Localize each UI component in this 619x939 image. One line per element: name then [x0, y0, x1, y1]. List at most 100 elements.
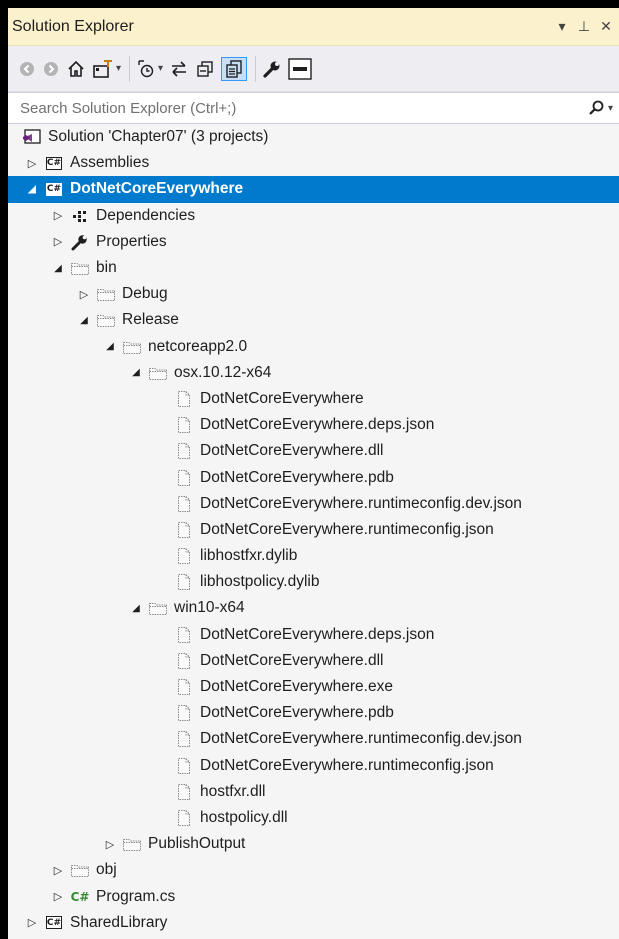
- sync-button[interactable]: [169, 57, 189, 81]
- window-position-dropdown-icon[interactable]: ▾: [553, 18, 571, 35]
- solution-tree: Solution 'Chapter07' (3 projects) ▷ C# Asse…: [8, 124, 619, 936]
- collapse-arrow-icon[interactable]: ◢: [22, 184, 42, 195]
- expand-arrow-icon[interactable]: ▷: [100, 838, 120, 851]
- sync-active-document-button[interactable]: ▾: [92, 57, 121, 81]
- tree-item[interactable]: DotNetCoreEverywhere.deps.json: [8, 412, 619, 438]
- expand-arrow-icon[interactable]: ▷: [22, 157, 42, 170]
- tree-item-label: DotNetCoreEverywhere.deps.json: [200, 416, 435, 434]
- tree-item[interactable]: ◢ C# DotNetCoreEverywhere: [8, 176, 619, 203]
- folder-icon: [96, 311, 116, 329]
- tree-item[interactable]: Solution 'Chapter07' (3 projects): [8, 124, 619, 150]
- chevron-down-icon: ▾: [158, 63, 164, 74]
- search-options-chevron-icon[interactable]: ▾: [608, 103, 613, 114]
- pending-changes-filter-button[interactable]: ▾: [136, 57, 163, 81]
- expand-arrow-icon[interactable]: ▷: [48, 864, 68, 877]
- tree-item[interactable]: ◢ bin: [8, 255, 619, 281]
- expand-arrow-icon[interactable]: ▷: [74, 288, 94, 301]
- tree-item[interactable]: DotNetCoreEverywhere.pdb: [8, 464, 619, 490]
- file-icon: [174, 783, 194, 801]
- preview-selected-items-button[interactable]: [288, 57, 312, 81]
- tree-item[interactable]: ◢ win10-x64: [8, 595, 619, 621]
- tree-item-label: DotNetCoreEverywhere: [200, 389, 364, 407]
- folder-icon: [148, 599, 168, 617]
- expand-arrow-icon[interactable]: ▷: [48, 209, 68, 222]
- file-icon: [174, 652, 194, 670]
- csharp-project-icon: C#: [46, 182, 62, 196]
- tree-item[interactable]: ▷ Debug: [8, 281, 619, 307]
- tree-item[interactable]: DotNetCoreEverywhere.runtimeconfig.dev.j…: [8, 491, 619, 517]
- properties-button[interactable]: [262, 57, 282, 81]
- collapse-arrow-icon[interactable]: ◢: [100, 341, 120, 352]
- dependencies-icon: [70, 207, 90, 225]
- tree-item-label: Program.cs: [96, 887, 176, 905]
- search-input[interactable]: [20, 99, 587, 117]
- collapse-all-button[interactable]: [195, 57, 215, 81]
- forward-button[interactable]: [42, 57, 60, 81]
- folder-icon: [70, 259, 90, 277]
- collapse-arrow-icon[interactable]: ◢: [74, 315, 94, 326]
- collapse-arrow-icon[interactable]: ◢: [48, 263, 68, 274]
- tree-item[interactable]: ▷ Dependencies: [8, 203, 619, 229]
- forward-icon: [44, 61, 58, 76]
- tree-item[interactable]: ▷ C# Assemblies: [8, 150, 619, 176]
- tree-item[interactable]: ◢ Release: [8, 307, 619, 333]
- tree-item-label: netcoreapp2.0: [148, 337, 248, 355]
- tree-item[interactable]: DotNetCoreEverywhere.dll: [8, 438, 619, 464]
- tree-item[interactable]: hostpolicy.dll: [8, 805, 619, 831]
- title-bar[interactable]: Solution Explorer ▾ ⊥ ✕: [8, 8, 619, 46]
- tree-item[interactable]: DotNetCoreEverywhere: [8, 386, 619, 412]
- tree-item[interactable]: ▷ Properties: [8, 229, 619, 255]
- folder-icon: [148, 364, 168, 382]
- tree-item-label: DotNetCoreEverywhere.runtimeconfig.json: [200, 520, 494, 538]
- back-button[interactable]: [18, 57, 36, 81]
- tree-item[interactable]: DotNetCoreEverywhere.dll: [8, 648, 619, 674]
- auto-hide-pin-icon[interactable]: ⊥: [575, 18, 593, 35]
- csharp-project-icon: C#: [46, 916, 62, 930]
- tree-item-label: DotNetCoreEverywhere.exe: [200, 678, 393, 696]
- wrench-icon: [263, 61, 280, 78]
- back-icon: [20, 61, 34, 76]
- tree-item[interactable]: ▷ PublishOutput: [8, 831, 619, 857]
- tree-item[interactable]: ◢ netcoreapp2.0: [8, 334, 619, 360]
- expand-arrow-icon[interactable]: ▷: [22, 916, 42, 929]
- tree-item[interactable]: DotNetCoreEverywhere.pdb: [8, 700, 619, 726]
- tree-item[interactable]: DotNetCoreEverywhere.deps.json: [8, 622, 619, 648]
- collapse-arrow-icon[interactable]: ◢: [126, 367, 146, 378]
- show-all-files-button[interactable]: [221, 56, 248, 81]
- tree-item[interactable]: libhostpolicy.dylib: [8, 569, 619, 595]
- solution-explorer-panel: Solution Explorer ▾ ⊥ ✕ ▾ ▾ Search Solut…: [8, 8, 619, 939]
- expand-arrow-icon[interactable]: ▷: [48, 890, 68, 903]
- tree-item-label: DotNetCoreEverywhere.deps.json: [200, 625, 435, 643]
- file-icon: [174, 495, 194, 513]
- tree-item[interactable]: ▷ C# Program.cs: [8, 883, 619, 909]
- file-icon: [174, 730, 194, 748]
- tree-item[interactable]: ▷ obj: [8, 857, 619, 883]
- tree-item-label: DotNetCoreEverywhere.runtimeconfig.dev.j…: [200, 730, 522, 748]
- folder-icon: [122, 835, 142, 853]
- expand-arrow-icon[interactable]: ▷: [48, 235, 68, 248]
- tree-item[interactable]: libhostfxr.dylib: [8, 543, 619, 569]
- close-icon[interactable]: ✕: [597, 18, 615, 35]
- file-icon: [174, 390, 194, 408]
- tree-item-label: DotNetCoreEverywhere.pdb: [200, 468, 394, 486]
- tree-item[interactable]: ◢ osx.10.12-x64: [8, 360, 619, 386]
- tree-item[interactable]: DotNetCoreEverywhere.runtimeconfig.dev.j…: [8, 726, 619, 752]
- tree-item[interactable]: DotNetCoreEverywhere.exe: [8, 674, 619, 700]
- tree-item-label: Assemblies: [70, 154, 150, 172]
- tree-item-label: DotNetCoreEverywhere.runtimeconfig.json: [200, 756, 494, 774]
- chevron-down-icon: ▾: [116, 63, 122, 74]
- home-button[interactable]: [66, 57, 86, 81]
- panel-title: Solution Explorer: [12, 17, 134, 35]
- collapse-arrow-icon[interactable]: ◢: [126, 603, 146, 614]
- tree-item-label: osx.10.12-x64: [174, 363, 272, 381]
- file-icon: [174, 442, 194, 460]
- file-icon: [174, 416, 194, 434]
- clock-filter-icon: [138, 59, 154, 77]
- tree-item[interactable]: hostfxr.dll: [8, 779, 619, 805]
- search-bar: ▾: [8, 92, 619, 124]
- tree-item[interactable]: DotNetCoreEverywhere.runtimeconfig.json: [8, 753, 619, 779]
- tree-item[interactable]: ▷ C# SharedLibrary: [8, 910, 619, 936]
- search-icon[interactable]: [587, 99, 605, 117]
- file-icon: [174, 626, 194, 644]
- tree-item[interactable]: DotNetCoreEverywhere.runtimeconfig.json: [8, 517, 619, 543]
